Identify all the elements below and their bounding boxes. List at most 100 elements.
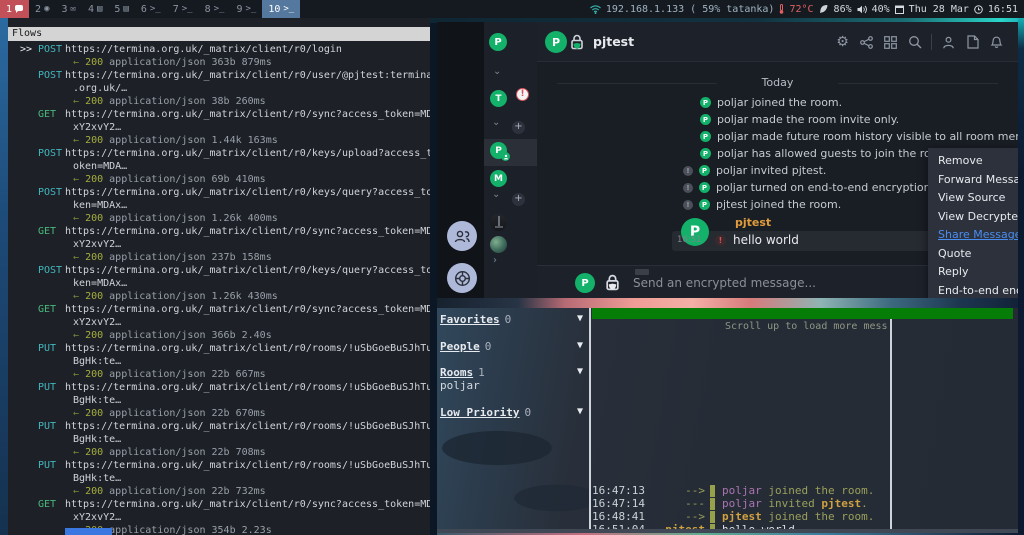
share-icon[interactable] [859,35,874,50]
chevron-down-icon[interactable]: ⌄ [493,66,501,77]
volume-icon [857,5,867,14]
collapse-arrow-icon[interactable]: ▼ [577,366,583,377]
event-text: poljar has allowed guests to join the ro… [717,147,952,160]
room-avatar-image[interactable] [490,214,507,231]
flow-row[interactable]: PUThttps://termina.org.uk/_matrix/client… [8,381,430,420]
workspace-button-10[interactable]: 10>_ [262,0,300,18]
warning-icon: ! [683,166,693,176]
workspace-button-7[interactable]: 7>_ [167,0,199,18]
context-menu-item[interactable]: End-to-end encry [928,282,1018,299]
terminal-icon: >_ [182,5,193,14]
log-message: poljar joined the room. [722,484,874,497]
time-label: 16:51 [988,4,1018,15]
flow-row[interactable]: GEThttps://termina.org.uk/_matrix/client… [8,108,430,147]
flow-row[interactable]: POSThttps://termina.org.uk/_matrix/clien… [8,264,430,303]
sidebar-section-rooms[interactable]: Rooms1 [440,366,485,379]
log-sender: --- [645,497,705,510]
flow-row[interactable]: POSThttps://termina.org.uk/_matrix/clien… [8,186,430,225]
add-room-button[interactable]: + [512,121,525,134]
state-event-row[interactable]: !Ppjtest joined the room. [683,197,841,212]
matrix-client-window: P ⌄ T ! ⌄ + P M ⌄ + › P pjtest ⚙ [437,22,1018,298]
members-button[interactable] [447,221,477,251]
context-menu-item[interactable]: Quote [928,245,1018,264]
state-event-row[interactable]: !Ppoljar invited pjtest. [683,163,826,178]
collapse-arrow-icon[interactable]: ▼ [577,313,583,324]
gomuks-statusbar [437,529,1018,533]
context-menu-item[interactable]: View Source [928,189,1018,208]
battery-percent: 86% [834,4,852,15]
chevron-right-icon[interactable]: › [493,255,497,266]
log-divider-bar [710,498,715,510]
flow-row[interactable]: GEThttps://termina.org.uk/_matrix/client… [8,225,430,264]
log-timestamp: 16:47:13 [592,484,645,497]
state-event-row[interactable]: Ppoljar has allowed guests to join the r… [700,146,952,161]
log-sender: --> [645,484,705,497]
rooms-grid-icon[interactable] [883,35,898,50]
chevron-down-icon[interactable]: ⌄ [492,117,500,128]
pane-divider [890,319,892,529]
event-avatar: P [699,165,710,176]
flow-row[interactable]: PUThttps://termina.org.uk/_matrix/client… [8,342,430,381]
workspace-button-5[interactable]: 5▤ [108,0,134,18]
search-icon[interactable] [907,35,922,50]
mitmproxy-window: Flows >>POSThttps://termina.org.uk/_matr… [8,18,430,535]
flow-row[interactable]: >>POSThttps://termina.org.uk/_matrix/cli… [8,43,430,69]
message-context-menu: RemoveForward MessageView SourceView Dec… [928,148,1018,298]
loading-bar [592,308,1013,319]
battery-icon [819,4,829,14]
collapse-arrow-icon[interactable]: ▼ [577,340,583,351]
file-icon[interactable] [965,35,980,50]
context-menu-item[interactable]: Reply [928,263,1018,282]
sidebar-section-low-priority[interactable]: Low Priority0 [440,406,531,419]
event-avatar: P [699,182,710,193]
room-avatar-m[interactable]: M [490,170,507,187]
chevron-down-icon[interactable]: ⌄ [492,189,500,200]
chat-icon [15,5,23,14]
workspace-button-1[interactable]: 1 [0,0,29,18]
room-avatar-t[interactable]: T [490,90,507,107]
workspace-button-8[interactable]: 8>_ [199,0,231,18]
state-event-row[interactable]: Ppoljar made future room history visible… [700,129,1018,144]
flow-row[interactable]: POSThttps://termina.org.uk/_matrix/clien… [8,69,430,108]
add-room-button[interactable]: + [512,193,525,206]
account-avatar[interactable]: P [489,33,507,51]
context-menu-item[interactable]: View Decrypted S [928,208,1018,227]
context-menu-item[interactable]: Remove [928,152,1018,171]
book-icon: ▤ [97,5,102,14]
terminal-icon: >_ [150,5,161,14]
flow-row[interactable]: GEThttps://termina.org.uk/_matrix/client… [8,303,430,342]
log-divider-bar [710,511,715,523]
collapse-arrow-icon[interactable]: ▼ [577,406,583,417]
flow-row[interactable]: POSThttps://termina.org.uk/_matrix/clien… [8,147,430,186]
state-event-row[interactable]: Ppoljar joined the room. [700,95,842,110]
sidebar-section-favorites[interactable]: Favorites0 [440,313,511,326]
ip-address: 192.168.1.133 ( 59% tatanka) [606,4,775,15]
context-menu-item[interactable]: Forward Message [928,171,1018,190]
workspace-button-9[interactable]: 9>_ [230,0,262,18]
settings-icon[interactable]: ⚙ [835,35,850,50]
room-header-avatar: P [545,31,567,53]
room-list-item[interactable]: poljar [440,379,480,392]
flow-row[interactable]: PUThttps://termina.org.uk/_matrix/client… [8,459,430,498]
terminal-icon: >_ [214,5,225,14]
wallpaper-strip-middle [437,298,1018,308]
help-button[interactable] [447,263,477,293]
workspace-button-6[interactable]: 6>_ [135,0,167,18]
flow-row[interactable]: PUThttps://termina.org.uk/_matrix/client… [8,420,430,459]
flows-header: Flows [8,27,430,41]
life-ring-icon [454,270,471,287]
sidebar-section-people[interactable]: People0 [440,340,491,353]
member-icon[interactable] [941,35,956,50]
state-event-row[interactable]: Ppoljar made the room invite only. [700,112,899,127]
warning-icon: ! [683,183,693,193]
wallpaper-strip-right [1018,18,1024,535]
workspace-button-2[interactable]: 2◉ [29,0,55,18]
event-avatar: P [700,131,711,142]
book-icon: ▤ [123,5,128,14]
workspace-button-3[interactable]: 3✉ [55,0,81,18]
context-menu-item[interactable]: Share Message [928,226,1018,245]
room-avatar-globe[interactable] [490,236,507,253]
workspace-button-4[interactable]: 4▤ [82,0,108,18]
notification-bell-icon[interactable] [989,35,1004,50]
message-input[interactable] [633,274,893,292]
